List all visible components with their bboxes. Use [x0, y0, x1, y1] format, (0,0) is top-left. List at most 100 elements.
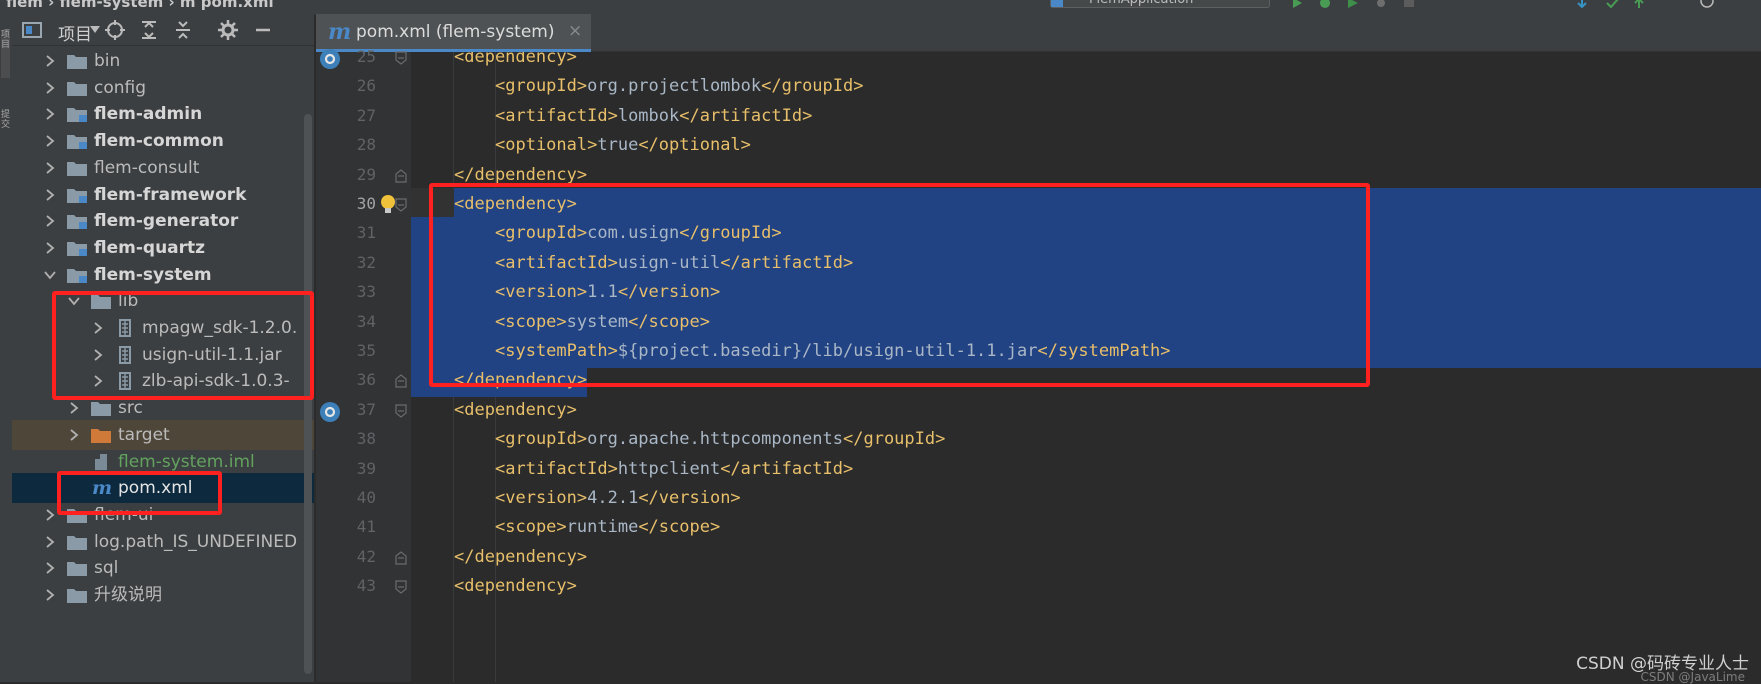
- fold-marker-icon[interactable]: [395, 168, 407, 183]
- xml-text: httpclient: [617, 458, 721, 479]
- tree-item[interactable]: flem-system: [12, 260, 314, 290]
- xml-tag: <artifactId>: [495, 458, 618, 479]
- close-icon[interactable]: ×: [568, 21, 582, 41]
- profile-icon[interactable]: [1374, 0, 1388, 8]
- maven-icon: m: [328, 19, 352, 45]
- minimize-icon[interactable]: [252, 19, 274, 41]
- tree-item[interactable]: sql: [12, 553, 314, 583]
- tree-item[interactable]: bin: [12, 46, 314, 76]
- tree-item-label: flem-system: [94, 264, 212, 285]
- vcs-push-icon[interactable]: [1632, 0, 1646, 8]
- tree-item-label: config: [94, 77, 147, 98]
- tree-item[interactable]: log.path_IS_UNDEFINED: [12, 527, 314, 557]
- line-number: 33: [356, 282, 376, 302]
- xml-tag: </scope>: [638, 517, 721, 538]
- chevron-right-icon[interactable]: [44, 162, 56, 174]
- fold-marker-icon[interactable]: [395, 198, 407, 212]
- vcs-update-icon[interactable]: [1575, 0, 1589, 8]
- tree-item[interactable]: config: [12, 73, 314, 103]
- stop-icon[interactable]: [1402, 0, 1416, 8]
- history-icon[interactable]: [1700, 0, 1714, 8]
- tree-item[interactable]: flem-admin: [12, 99, 314, 129]
- tree-item[interactable]: 升级说明: [12, 580, 314, 610]
- tree-item[interactable]: flem-generator: [12, 206, 314, 236]
- chevron-right-icon[interactable]: [68, 402, 80, 414]
- code-line[interactable]: <groupId>org.projectlombok</groupId>: [495, 70, 863, 103]
- chevron-right-icon[interactable]: [68, 429, 80, 441]
- chevron-right-icon[interactable]: [44, 81, 56, 94]
- lightbulb-icon[interactable]: [380, 194, 396, 216]
- fold-marker-icon[interactable]: [395, 51, 407, 65]
- editor-tab-bar: m pom.xml (flem-system) ×: [316, 14, 1761, 52]
- chevron-right-icon[interactable]: [44, 562, 56, 574]
- run-icon[interactable]: [1290, 0, 1304, 8]
- dependency-gutter-icon[interactable]: [319, 401, 341, 423]
- chevron-down-icon[interactable]: [90, 26, 100, 34]
- xml-tag: <dependency>: [454, 576, 577, 597]
- chevron-right-icon[interactable]: [44, 55, 56, 67]
- code-line[interactable]: <dependency>: [454, 570, 577, 603]
- xml-tag: </dependency>: [454, 546, 588, 567]
- tree-item-label: flem-quartz: [94, 237, 206, 258]
- line-number: 39: [356, 458, 376, 478]
- tree-item[interactable]: flem-quartz: [12, 233, 314, 263]
- iml-file-icon: [95, 453, 107, 470]
- chevron-right-icon[interactable]: [44, 509, 56, 521]
- line-number: 27: [356, 105, 376, 125]
- chevron-right-icon[interactable]: [44, 535, 56, 548]
- code-line[interactable]: </dependency>: [454, 541, 587, 574]
- code-line[interactable]: <optional>true</optional>: [495, 129, 751, 162]
- tree-item[interactable]: flem-consult: [12, 153, 314, 183]
- folder-icon: [67, 589, 87, 603]
- code-line[interactable]: <scope>runtime</scope>: [495, 511, 720, 544]
- debug-icon[interactable]: [1318, 0, 1332, 8]
- project-view-icon: [22, 22, 42, 38]
- code-line[interactable]: <artifactId>lombok</artifactId>: [495, 100, 812, 133]
- line-number: 32: [356, 252, 376, 272]
- folder-icon: [67, 161, 87, 176]
- module-folder-icon: [67, 241, 87, 256]
- highlight-pom-file: [57, 471, 222, 515]
- chevron-right-icon[interactable]: [44, 188, 56, 201]
- xml-text: 4.2.1: [587, 488, 639, 508]
- code-line[interactable]: <dependency>: [454, 394, 577, 427]
- project-tool-tab[interactable]: 项目: [1, 30, 10, 78]
- chevron-right-icon[interactable]: [44, 215, 56, 227]
- tree-item[interactable]: target: [12, 419, 314, 450]
- tree-item[interactable]: flem-common: [12, 126, 314, 156]
- commit-tool-tab[interactable]: 提交: [1, 110, 10, 150]
- line-number: 38: [356, 429, 376, 449]
- chevron-right-icon[interactable]: [44, 589, 56, 601]
- chevron-right-icon[interactable]: [44, 242, 56, 254]
- fold-marker-icon[interactable]: [395, 551, 407, 565]
- line-number: 26: [356, 76, 376, 96]
- xml-text: org.apache.httpcomponents: [587, 429, 843, 450]
- expand-all-icon[interactable]: [138, 19, 160, 41]
- fold-marker-icon[interactable]: [395, 374, 407, 388]
- chevron-down-icon[interactable]: [44, 269, 56, 281]
- collapse-all-icon[interactable]: [172, 19, 194, 41]
- fold-marker-icon[interactable]: [395, 580, 407, 594]
- line-number: 29: [356, 164, 376, 184]
- fold-marker-icon[interactable]: [395, 404, 407, 418]
- tree-item[interactable]: flem-framework: [12, 180, 314, 210]
- xml-text: lombok: [617, 105, 680, 126]
- chevron-right-icon[interactable]: [44, 135, 56, 147]
- project-panel-title[interactable]: 项目: [58, 20, 92, 45]
- vcs-commit-icon[interactable]: [1605, 0, 1619, 8]
- line-number: 36: [356, 370, 376, 390]
- breadcrumb[interactable]: flem › flem-system › m pom.xml: [6, 0, 274, 11]
- code-line[interactable]: <version>4.2.1</version>: [495, 482, 741, 515]
- xml-text: org.projectlombok: [587, 76, 762, 97]
- coverage-icon[interactable]: [1346, 0, 1360, 8]
- line-number: 40: [356, 488, 376, 507]
- folder-icon: [91, 402, 111, 417]
- chevron-right-icon[interactable]: [44, 108, 56, 121]
- dependency-gutter-icon[interactable]: [319, 48, 341, 70]
- gear-icon[interactable]: [217, 19, 239, 41]
- module-folder-icon: [67, 135, 87, 150]
- locate-file-icon[interactable]: [104, 19, 126, 41]
- run-config-selector[interactable]: FlemApplication: [1050, 0, 1270, 8]
- code-line[interactable]: <groupId>org.apache.httpcomponents</grou…: [495, 423, 945, 456]
- code-line[interactable]: <artifactId>httpclient</artifactId>: [495, 453, 853, 486]
